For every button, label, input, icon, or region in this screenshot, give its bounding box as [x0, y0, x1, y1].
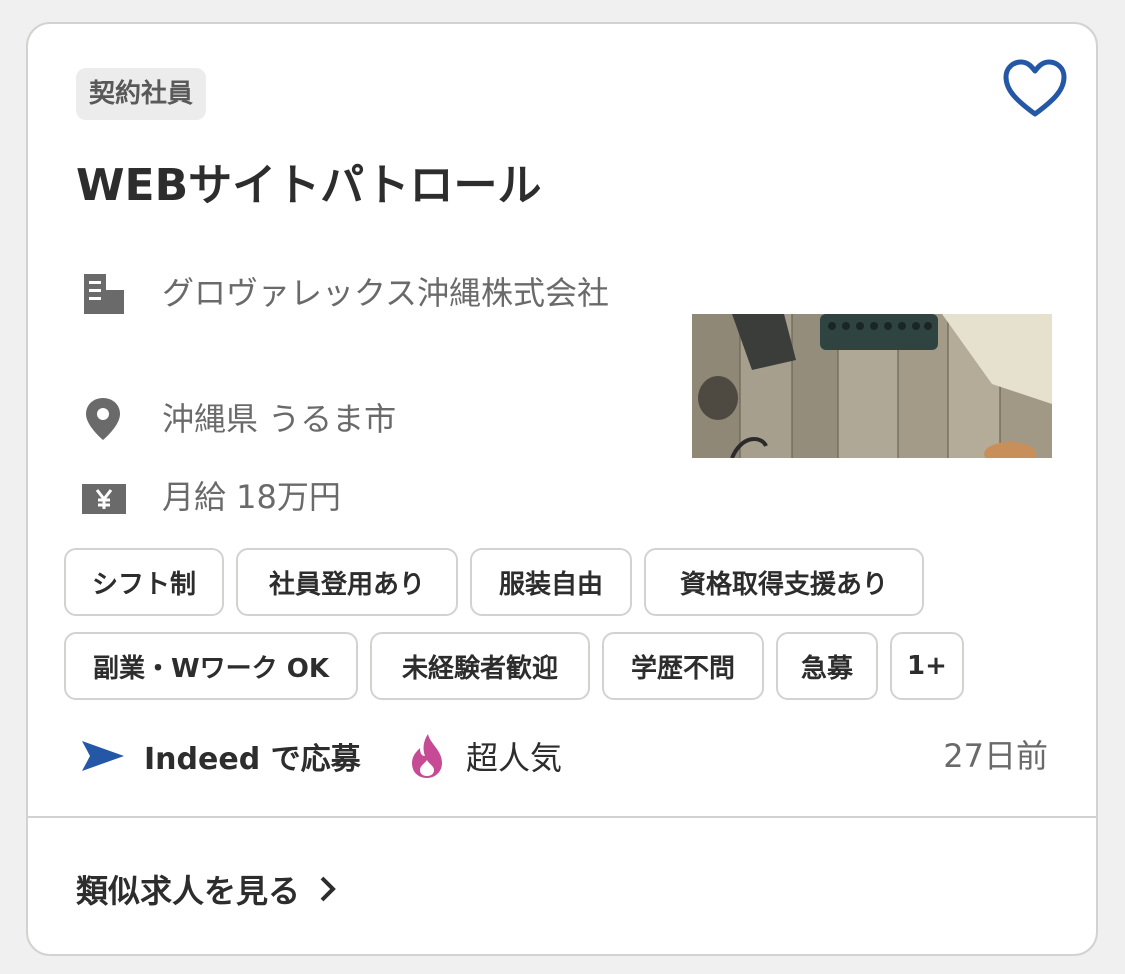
similar-jobs-link[interactable]: 類似求人を見る [76, 864, 338, 914]
tag-item: 服装自由 [470, 548, 632, 616]
location-text: 沖縄県 うるま市 [162, 400, 397, 438]
similar-jobs-label: 類似求人を見る [76, 872, 301, 910]
tag-list: シフト制 社員登用あり 服装自由 資格取得支援あり 副業・Wワーク OK 未経験… [64, 548, 1064, 708]
tag-item: 未経験者歓迎 [370, 632, 590, 700]
salary-text: 月給 18万円 [162, 478, 341, 516]
flame-icon [412, 734, 442, 778]
divider [28, 816, 1096, 818]
building-icon [84, 274, 124, 314]
yen-icon [82, 484, 126, 514]
indeed-apply-label: Indeed で応募 [144, 742, 361, 777]
company-photo [692, 314, 1052, 458]
heart-outline-icon[interactable] [1002, 58, 1068, 120]
popular-label: 超人気 [466, 739, 563, 777]
tag-item: 資格取得支援あり [644, 548, 924, 616]
popular-badge: 超人気 [408, 730, 562, 782]
tag-item: シフト制 [64, 548, 224, 616]
tag-item: 急募 [776, 632, 878, 700]
indeed-apply: Indeed で応募 [80, 732, 361, 780]
tag-item: 副業・Wワーク OK [64, 632, 358, 700]
job-type-badge: 契約社員 [76, 68, 207, 120]
map-pin-icon [86, 398, 120, 440]
job-card[interactable]: 契約社員 WEBサイトパトロール グロヴァレックス沖縄株式会社 沖縄県 うるま市… [26, 22, 1098, 956]
company-name[interactable]: グロヴァレックス沖縄株式会社 [162, 270, 642, 316]
job-title[interactable]: WEBサイトパトロール [76, 156, 541, 216]
send-arrow-icon [82, 741, 124, 771]
tag-more[interactable]: 1+ [890, 632, 964, 700]
tag-item: 社員登用あり [236, 548, 458, 616]
posted-date: 27日前 [943, 737, 1048, 775]
tag-item: 学歴不問 [602, 632, 764, 700]
chevron-right-icon [320, 876, 336, 902]
